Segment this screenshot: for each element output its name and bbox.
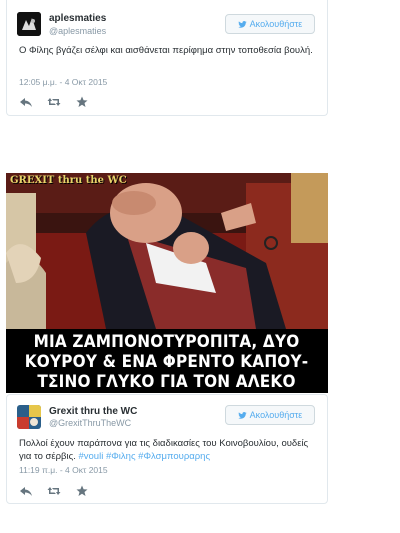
follow-button[interactable]: Ακολουθήστε xyxy=(225,14,315,34)
hashtag-links[interactable]: #vouli #Φιλης #Φλσμπουραρης xyxy=(78,451,210,462)
follow-label: Ακολουθήστε xyxy=(249,19,303,29)
retweet-icon[interactable] xyxy=(47,95,61,107)
tweet-text: Ο Φίλης βγάζει σέλφι και αισθάνεται περί… xyxy=(19,45,313,56)
reply-icon[interactable] xyxy=(19,95,33,107)
meme-logo: GREXIT thru the WC xyxy=(10,175,127,186)
author-handle[interactable]: @GrexitThruTheWC xyxy=(49,418,131,428)
avatar-aplesmaties[interactable] xyxy=(17,12,41,36)
author-handle[interactable]: @aplesmaties xyxy=(49,26,106,36)
tweet-card-grexit: Grexit thru the WC @GrexitThruTheWC Ακολ… xyxy=(6,394,328,504)
tweet-card-aplesmaties: aplesmaties @aplesmaties Ακολουθήστε Ο Φ… xyxy=(6,0,328,116)
follow-label: Ακολουθήστε xyxy=(249,410,303,420)
parliament-photo xyxy=(6,173,328,329)
tweet-timestamp[interactable]: 11:19 π.μ. - 4 Οκτ 2015 xyxy=(19,465,108,475)
meme-image[interactable]: GREXIT thru the WC ΜΙΑ ΖΑΜΠΟΝΟΤΥΡΟΠΙΤΑ, … xyxy=(6,173,328,393)
twitter-bird-icon xyxy=(238,411,247,419)
author-name[interactable]: Grexit thru the WC xyxy=(49,406,137,417)
follow-button[interactable]: Ακολουθήστε xyxy=(225,405,315,425)
favorite-star-icon[interactable] xyxy=(75,484,89,496)
twitter-bird-icon xyxy=(238,20,247,28)
meme-caption-text: ΜΙΑ ΖΑΜΠΟΝΟΤΥΡΟΠΙΤΑ, ΔΥΟ ΚΟΥΡΟΥ & ΕΝΑ ΦΡ… xyxy=(25,331,309,392)
tweet-text: Πολλοί έχουν παράπονα για τις διαδικασίε… xyxy=(19,437,315,463)
author-name[interactable]: aplesmaties xyxy=(49,13,106,24)
tweet-timestamp[interactable]: 12:05 μ.μ. - 4 Οκτ 2015 xyxy=(19,77,107,87)
avatar-grexit[interactable] xyxy=(17,405,41,429)
reply-icon[interactable] xyxy=(19,484,33,496)
meme-caption: ΜΙΑ ΖΑΜΠΟΝΟΤΥΡΟΠΙΤΑ, ΔΥΟ ΚΟΥΡΟΥ & ΕΝΑ ΦΡ… xyxy=(6,330,328,393)
favorite-star-icon[interactable] xyxy=(75,95,89,107)
retweet-icon[interactable] xyxy=(47,484,61,496)
